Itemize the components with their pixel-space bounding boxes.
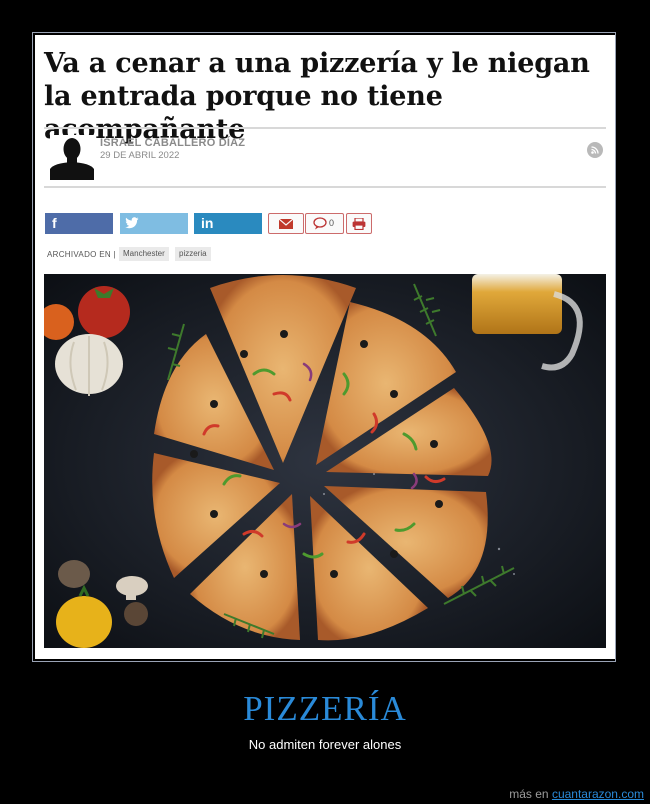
article-photo-pizza (44, 274, 606, 648)
comment-count: 0 (329, 218, 335, 228)
author-name[interactable]: ISRAEL CABALLERO DÍAZ (100, 137, 245, 149)
footer-link[interactable]: cuantarazon.com (552, 787, 644, 801)
article-headline[interactable]: Va a cenar a una pizzería y le niegan la… (44, 47, 604, 146)
rss-icon[interactable] (587, 142, 603, 158)
speech-bubble-icon (313, 217, 327, 230)
comments-button[interactable]: 0 (305, 213, 344, 234)
twitter-share-button[interactable] (120, 213, 188, 234)
archived-label: ARCHIVADO EN | (47, 250, 116, 259)
tag-pizzeria[interactable]: pizzeria (175, 247, 211, 261)
linkedin-share-button[interactable]: in (194, 213, 262, 234)
linkedin-icon: in (201, 215, 214, 231)
divider (44, 186, 606, 188)
print-button[interactable] (346, 213, 372, 234)
twitter-icon (125, 217, 139, 229)
printer-icon (352, 218, 366, 230)
email-button[interactable] (268, 213, 304, 234)
tag-manchester[interactable]: Manchester (119, 247, 169, 261)
post-subtitle: No admiten forever alones (248, 737, 402, 752)
publish-date: 29 DE ABRIL 2022 (100, 150, 180, 161)
post-title: PIZZERÍA (243, 689, 407, 728)
facebook-share-button[interactable]: f (45, 213, 113, 234)
footer-credit: más en cuantarazon.com (509, 787, 644, 801)
divider (44, 127, 606, 129)
footer-prefix: más en (509, 787, 549, 801)
author-avatar (50, 135, 94, 180)
envelope-icon (279, 219, 293, 229)
facebook-icon: f (52, 215, 57, 231)
